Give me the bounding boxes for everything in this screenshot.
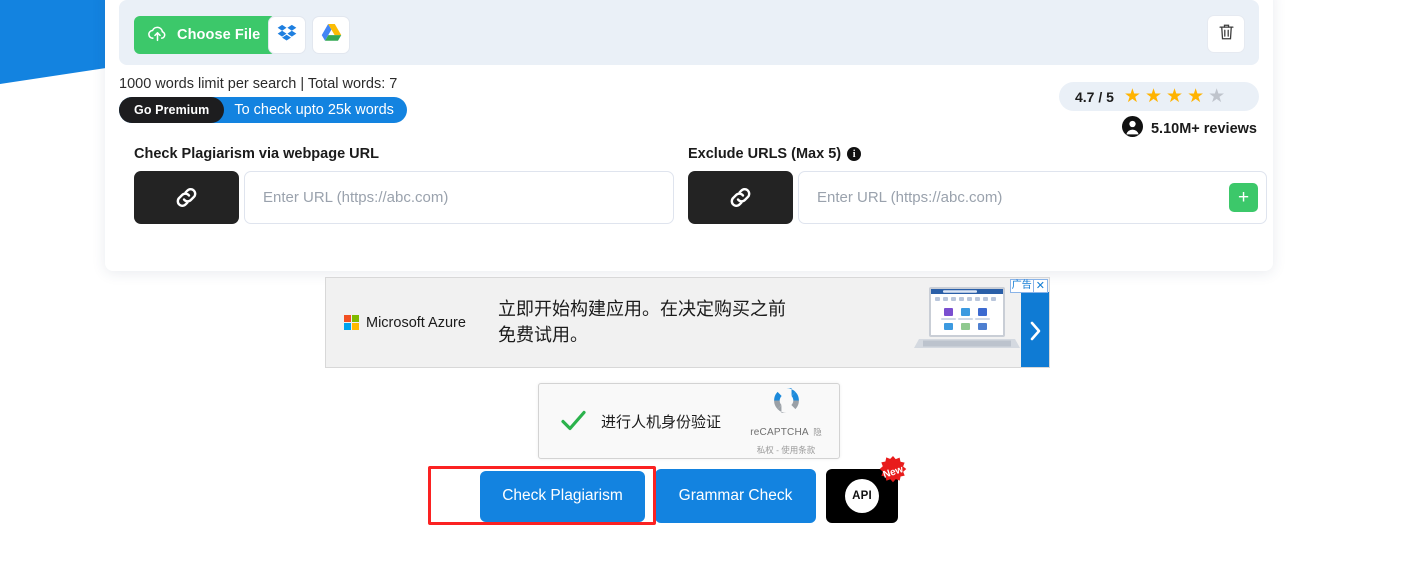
star-icon: ★ bbox=[1166, 87, 1183, 106]
go-premium-tag: Go Premium bbox=[119, 97, 224, 123]
clear-text-button[interactable] bbox=[1207, 15, 1245, 53]
recaptcha-brand: reCAPTCHA 隐私权 - 使用条款 bbox=[749, 384, 823, 458]
plagiarism-checker-page: Choose File bbox=[0, 0, 1412, 575]
word-limit-text: 1000 words limit per search | Total word… bbox=[119, 76, 397, 92]
star-icon: ★ bbox=[1145, 87, 1162, 106]
file-upload-bar: Choose File bbox=[119, 0, 1259, 65]
star-half-icon: ★ bbox=[1208, 87, 1225, 106]
recaptcha-brand-name: reCAPTCHA bbox=[750, 427, 808, 438]
ad-meta-controls: 广告 ✕ bbox=[1010, 279, 1048, 293]
rating-score: 4.7 / 5 bbox=[1075, 89, 1114, 105]
add-exclude-url-button[interactable]: + bbox=[1229, 183, 1258, 212]
dropbox-icon bbox=[277, 24, 297, 47]
new-badge: New bbox=[876, 455, 910, 489]
star-icon: ★ bbox=[1187, 87, 1204, 106]
grammar-check-button[interactable]: Grammar Check bbox=[655, 469, 816, 523]
check-plagiarism-button[interactable]: Check Plagiarism bbox=[480, 471, 645, 522]
decorative-corner-wedge bbox=[0, 0, 106, 84]
checker-card: Choose File bbox=[105, 0, 1273, 271]
rating-stars: ★ ★ ★ ★ ★ bbox=[1124, 87, 1225, 106]
star-icon: ★ bbox=[1124, 87, 1141, 106]
person-icon bbox=[1122, 116, 1143, 142]
ad-brand: Microsoft Azure bbox=[344, 315, 494, 331]
info-icon[interactable]: i bbox=[847, 147, 861, 161]
action-buttons: Check Plagiarism Grammar Check API New bbox=[480, 469, 898, 523]
go-premium-banner[interactable]: Go Premium To check upto 25k words bbox=[119, 97, 407, 123]
recaptcha-widget[interactable]: 进行人机身份验证 reCAPTCHA 隐私权 - 使用条款 bbox=[538, 383, 840, 459]
advertisement-banner[interactable]: Microsoft Azure 立即开始构建应用。在决定购买之前免费试用。 bbox=[325, 277, 1050, 368]
ad-headline: 立即开始构建应用。在决定购买之前免费试用。 bbox=[498, 297, 803, 348]
exclude-url-label-text: Exclude URLS (Max 5) bbox=[688, 146, 841, 162]
go-premium-text: To check upto 25k words bbox=[234, 102, 394, 118]
exclude-url-group: Exclude URLS (Max 5) i + bbox=[688, 146, 1258, 224]
exclude-url-input[interactable] bbox=[798, 171, 1267, 224]
microsoft-logo-icon bbox=[344, 315, 359, 330]
recaptcha-logo-icon bbox=[770, 404, 803, 421]
reviews-count: 5.10M+ reviews bbox=[1151, 121, 1257, 137]
exclude-url-label: Exclude URLS (Max 5) i bbox=[688, 146, 1258, 162]
recaptcha-label: 进行人机身份验证 bbox=[601, 411, 721, 432]
ad-next-button[interactable] bbox=[1021, 292, 1049, 368]
link-icon bbox=[688, 171, 793, 224]
exclude-url-row: + bbox=[688, 171, 1258, 224]
ad-brand-name: Microsoft Azure bbox=[366, 315, 466, 331]
source-url-group: Check Plagiarism via webpage URL bbox=[134, 146, 674, 224]
link-icon bbox=[134, 171, 239, 224]
google-drive-icon bbox=[321, 23, 342, 47]
source-url-input[interactable] bbox=[244, 171, 674, 224]
dropbox-upload-button[interactable] bbox=[268, 16, 306, 54]
api-label: API bbox=[845, 479, 879, 513]
source-url-row bbox=[134, 171, 674, 224]
reviews-row: 5.10M+ reviews bbox=[1122, 116, 1257, 142]
ad-product-image bbox=[913, 284, 1021, 361]
source-url-label: Check Plagiarism via webpage URL bbox=[134, 146, 674, 162]
green-check-icon bbox=[559, 407, 587, 435]
ad-label[interactable]: 广告 bbox=[1011, 280, 1033, 292]
api-button[interactable]: API New bbox=[826, 469, 898, 523]
google-drive-upload-button[interactable] bbox=[312, 16, 350, 54]
choose-file-button[interactable]: Choose File bbox=[134, 16, 276, 54]
rating-badge: 4.7 / 5 ★ ★ ★ ★ ★ bbox=[1059, 82, 1259, 111]
ad-close-icon[interactable]: ✕ bbox=[1033, 280, 1047, 292]
trash-icon bbox=[1218, 23, 1235, 46]
choose-file-label: Choose File bbox=[177, 27, 260, 43]
cloud-upload-icon bbox=[147, 25, 168, 46]
